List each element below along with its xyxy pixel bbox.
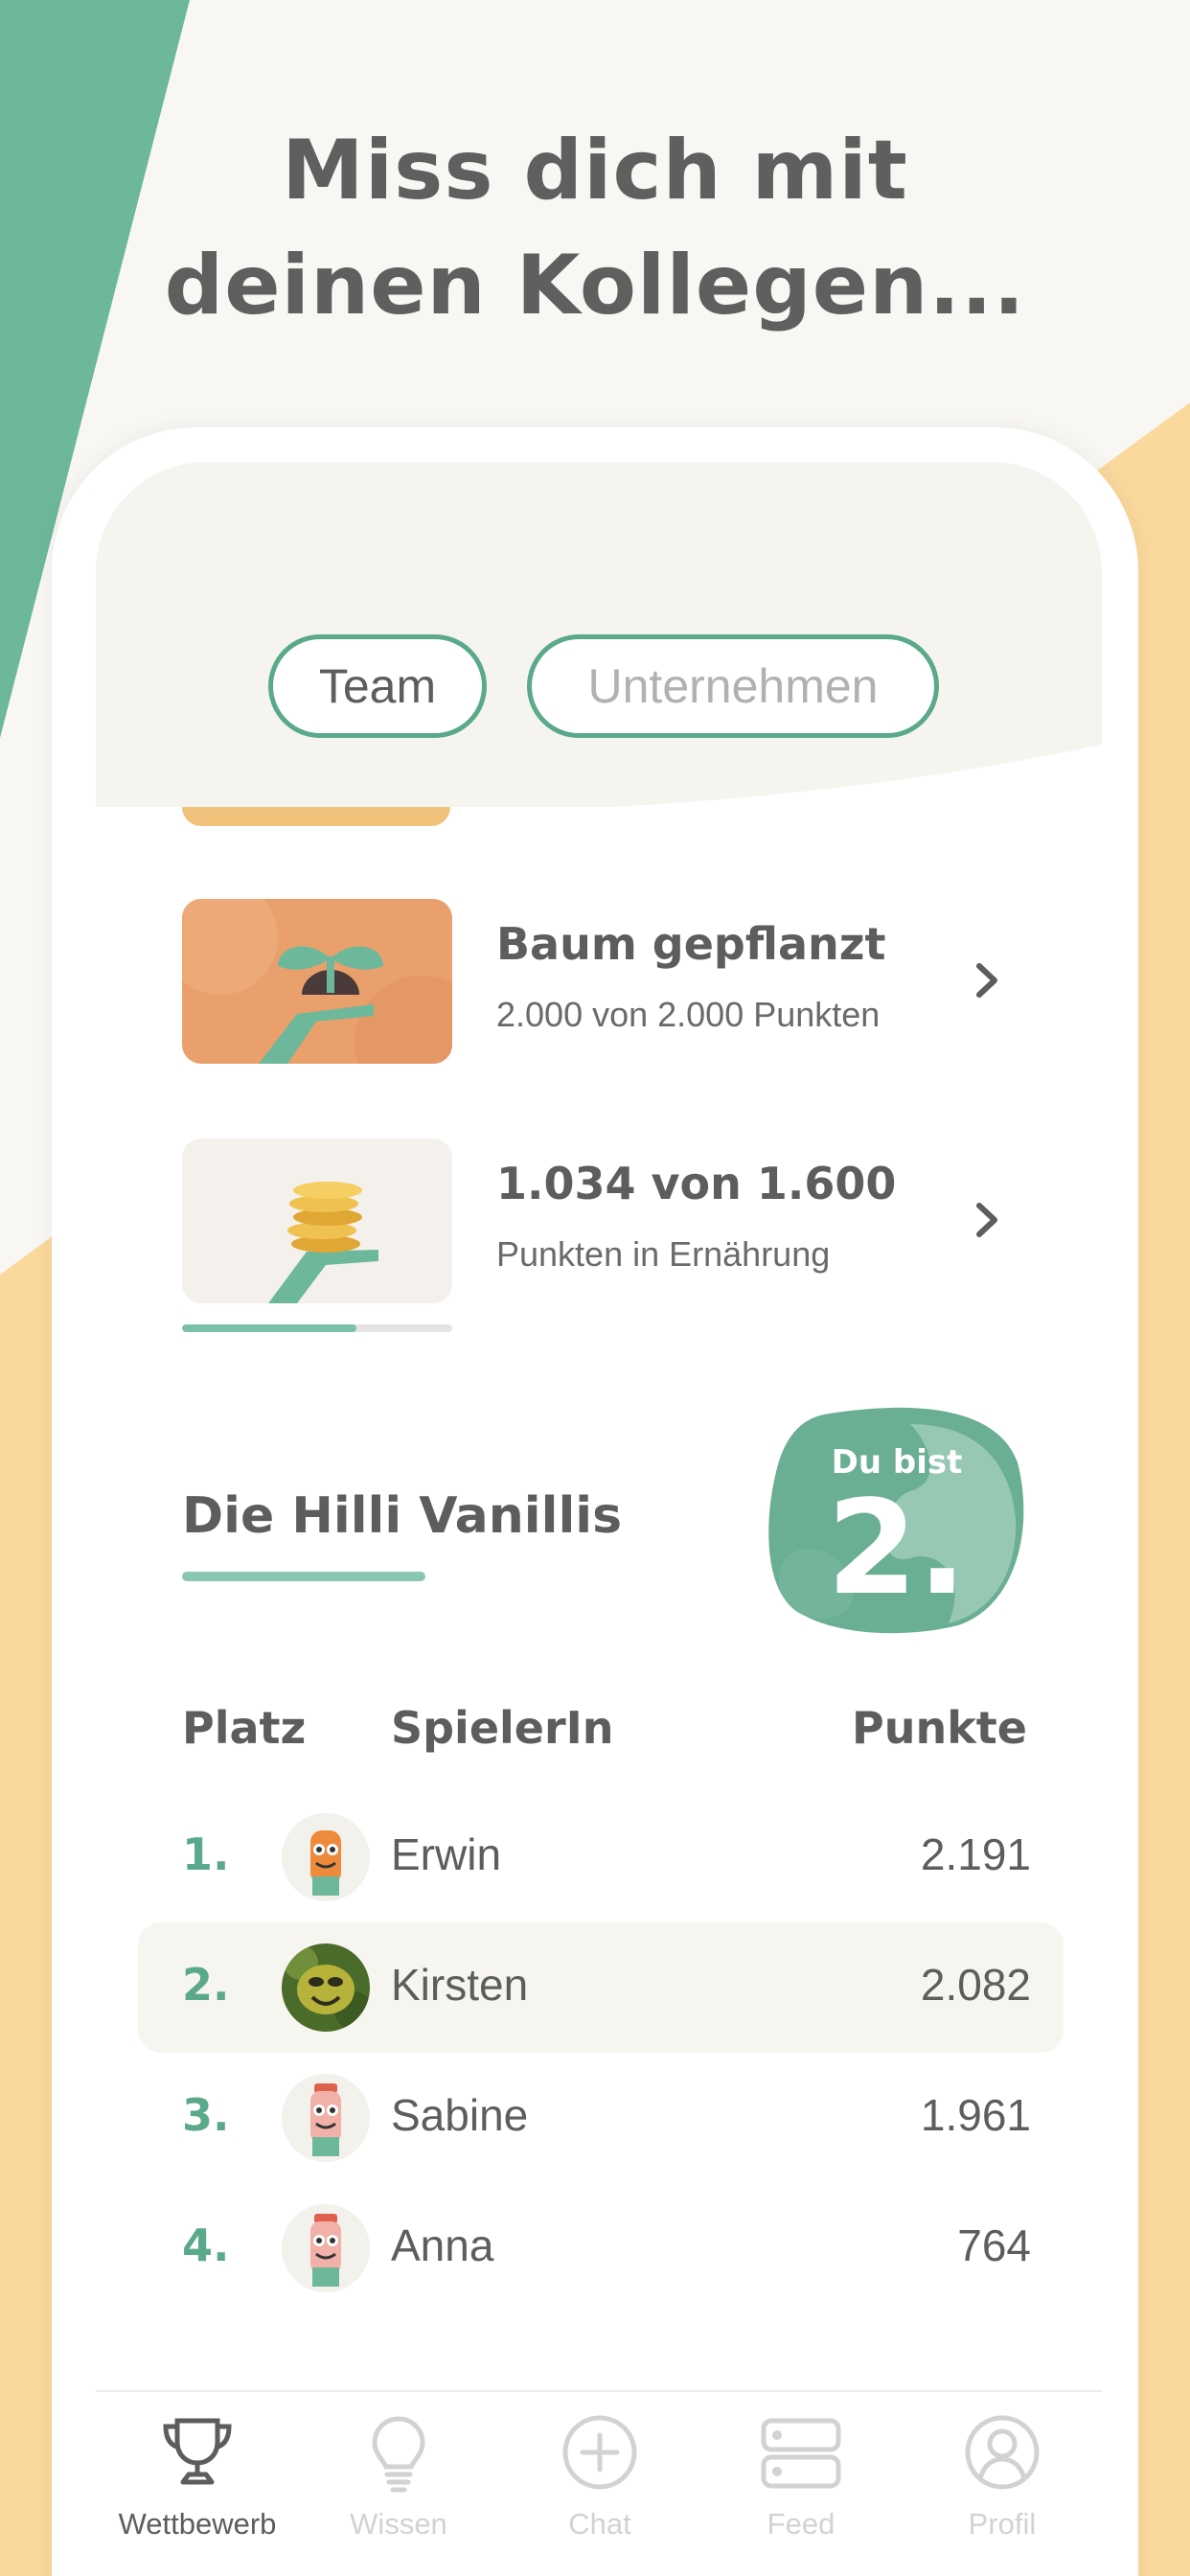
rank-position: 4. xyxy=(182,2220,230,2271)
sprout-in-hand-icon xyxy=(182,899,452,1064)
tab-wettbewerb[interactable]: Wettbewerb xyxy=(96,2411,299,2564)
column-header-rank: Platz xyxy=(182,1702,307,1754)
player-points: 1.961 xyxy=(920,2090,1031,2140)
player-name: Kirsten xyxy=(391,1960,529,2010)
rank-position: 2. xyxy=(182,1959,230,2011)
tab-label: Feed xyxy=(767,2507,835,2541)
avatar xyxy=(282,2074,370,2162)
achievement-progress-bar xyxy=(182,1324,452,1332)
trophy-icon xyxy=(163,2418,232,2485)
player-name: Anna xyxy=(391,2220,494,2270)
lightbulb-icon xyxy=(372,2416,425,2493)
achievement-progress-fill xyxy=(182,1324,357,1332)
tab-profil[interactable]: Profil xyxy=(901,2411,1102,2564)
tab-label: Wissen xyxy=(350,2507,447,2541)
column-header-points: Punkte xyxy=(852,1702,1027,1754)
leaderboard-row[interactable]: 4. Anna 764 xyxy=(138,2183,1064,2313)
avatar xyxy=(282,1944,370,2032)
phone-frame: Team Unternehmen Baum gepflanzt 2.000 vo… xyxy=(52,427,1138,2576)
achievement-card-tree[interactable]: Baum gepflanzt 2.000 von 2.000 Punkten xyxy=(182,899,1006,1068)
achievement-title: Baum gepflanzt xyxy=(496,918,886,970)
team-name: Die Hilli Vanillis xyxy=(182,1487,623,1545)
headline: Miss dich mit deinen Kollegen... xyxy=(0,113,1190,343)
rank-position: 3. xyxy=(182,2089,230,2141)
segment-unternehmen[interactable]: Unternehmen xyxy=(527,634,939,738)
chevron-right-icon[interactable] xyxy=(968,956,1006,1004)
rank-position: 1. xyxy=(182,1828,230,1880)
coins-in-hand-icon xyxy=(182,1138,452,1303)
player-points: 2.082 xyxy=(920,1960,1031,2010)
feed-icon xyxy=(761,2418,841,2489)
player-name: Erwin xyxy=(391,1829,502,1879)
achievement-subtitle: Punkten in Ernährung xyxy=(496,1234,831,1274)
rank-badge: Du bist 2. xyxy=(767,1405,1027,1635)
profile-icon xyxy=(965,2415,1040,2490)
bottom-tab-bar: Wettbewerb Wissen Chat Feed Profil xyxy=(96,2390,1102,2576)
tab-wissen[interactable]: Wissen xyxy=(297,2411,500,2564)
headline-line-1: Miss dich mit xyxy=(282,123,908,218)
plus-circle-icon xyxy=(562,2415,637,2490)
player-points: 2.191 xyxy=(920,1829,1031,1879)
segment-team[interactable]: Team xyxy=(268,634,487,738)
leaderboard-row-current-user[interactable]: 2. Kirsten 2.082 xyxy=(138,1922,1064,2053)
tab-label: Wettbewerb xyxy=(118,2507,277,2541)
leaderboard-row[interactable]: 3. Sabine 1.961 xyxy=(138,2053,1064,2183)
tab-feed[interactable]: Feed xyxy=(699,2411,903,2564)
column-header-player: SpielerIn xyxy=(391,1702,614,1754)
app-screen: Team Unternehmen Baum gepflanzt 2.000 vo… xyxy=(96,462,1102,2576)
tab-label: Chat xyxy=(568,2507,631,2541)
player-name: Sabine xyxy=(391,2090,529,2140)
tab-label: Profil xyxy=(968,2507,1037,2541)
headline-line-2: deinen Kollegen... xyxy=(164,238,1026,334)
team-name-underline xyxy=(182,1572,425,1581)
achievement-title: 1.034 von 1.600 xyxy=(496,1158,897,1209)
leaderboard-row[interactable]: 1. Erwin 2.191 xyxy=(138,1792,1064,1922)
tab-chat[interactable]: Chat xyxy=(498,2411,701,2564)
achievement-card-nutrition[interactable]: 1.034 von 1.600 Punkten in Ernährung xyxy=(182,1138,1006,1332)
avatar xyxy=(282,2204,370,2292)
achievement-subtitle: 2.000 von 2.000 Punkten xyxy=(496,995,881,1034)
rank-number: 2. xyxy=(826,1473,968,1624)
chevron-right-icon[interactable] xyxy=(968,1196,1006,1244)
player-points: 764 xyxy=(957,2220,1031,2270)
avatar xyxy=(282,1813,370,1901)
